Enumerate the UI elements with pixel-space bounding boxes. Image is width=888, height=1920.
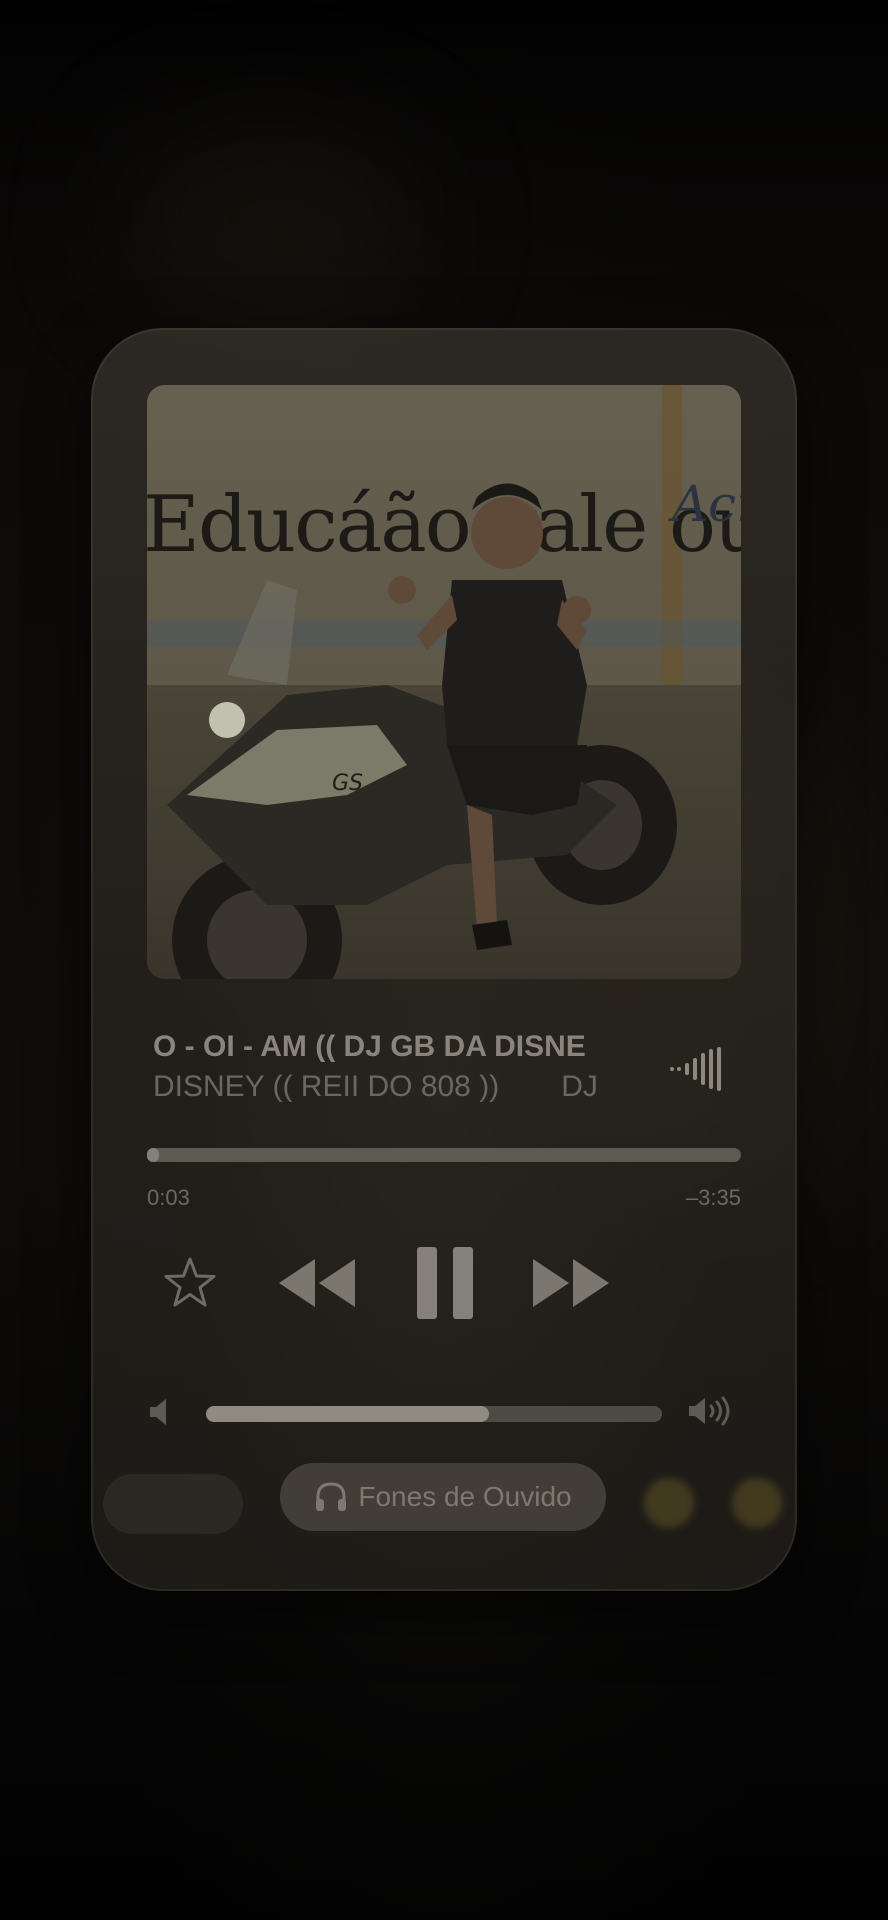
track-title: O - OI - AM (( DJ GB DA DISNE xyxy=(153,1030,586,1063)
artwork-illustration: GS xyxy=(167,483,677,979)
person-shorts xyxy=(447,745,587,815)
pause-icon xyxy=(417,1247,473,1319)
track-artist: DISNEY (( REII DO 808 )) xyxy=(153,1070,500,1103)
headphones-icon xyxy=(316,1482,347,1511)
waveform-icon xyxy=(670,1047,721,1091)
track-info[interactable]: O - OI - AM (( DJ GB DA DISNE DISNEY (( … xyxy=(153,1028,633,1118)
speaker-high-icon xyxy=(689,1396,730,1426)
time-elapsed: 0:03 xyxy=(147,1185,190,1210)
background-pill xyxy=(103,1474,243,1534)
star-icon xyxy=(164,1257,216,1307)
progress-fill xyxy=(147,1148,159,1162)
moto-windshield xyxy=(227,580,297,685)
track-artist-row: DISNEY (( REII DO 808 )) DJ xyxy=(153,1068,633,1106)
favorite-button[interactable] xyxy=(162,1255,218,1311)
volume-low-button xyxy=(148,1397,174,1427)
previous-track-button[interactable] xyxy=(277,1253,357,1313)
play-pause-button[interactable] xyxy=(415,1247,475,1319)
lock-screen: Educáão vale ouro Acren GS xyxy=(0,0,888,1920)
audio-output-button[interactable]: Fones de Ouvido xyxy=(280,1463,606,1531)
rewind-icon xyxy=(279,1259,355,1307)
progress-scrubber[interactable] xyxy=(147,1148,741,1162)
svg-text:GS: GS xyxy=(332,771,363,796)
background-glow xyxy=(732,1478,782,1528)
background-blur xyxy=(120,120,420,320)
audio-output-label: Fones de Ouvido xyxy=(358,1481,572,1512)
volume-high-button xyxy=(687,1395,735,1427)
volume-fill xyxy=(206,1406,489,1422)
person-head xyxy=(471,497,543,569)
track-artist-tail: DJ xyxy=(561,1070,598,1103)
next-track-button[interactable] xyxy=(531,1253,611,1313)
volume-slider[interactable] xyxy=(206,1406,662,1422)
fast-forward-icon xyxy=(533,1259,609,1307)
moto-headlight xyxy=(209,702,245,738)
now-playing-card: Educáão vale ouro Acren GS xyxy=(91,328,797,1591)
time-remaining: –3:35 xyxy=(685,1185,741,1210)
background-glow xyxy=(644,1478,694,1528)
speaker-low-icon xyxy=(150,1399,166,1425)
album-artwork[interactable]: Educáão vale ouro Acren GS xyxy=(147,385,741,979)
